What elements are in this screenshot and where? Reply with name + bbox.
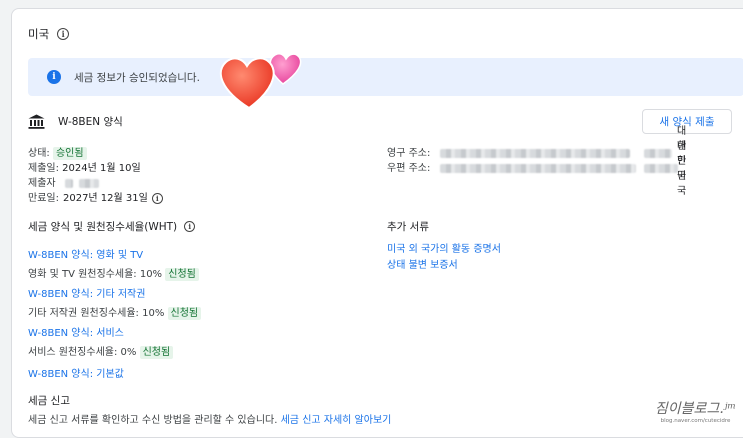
- submitted-row: 제출일: 2024년 1월 10일: [28, 161, 163, 176]
- film-tv-rate: 영화 및 TV 원천징수세율: 10%: [28, 269, 163, 281]
- approval-banner: i 세금 정보가 승인되었습니다.: [28, 58, 743, 96]
- postal-address-row: 우편 주소: 대한민국: [387, 141, 686, 197]
- wht-heading-text: 세금 양식 및 원천징수세율(WHT): [28, 221, 178, 233]
- status-row: 상태: 승인됨: [28, 146, 163, 161]
- info-icon[interactable]: i: [151, 193, 163, 204]
- redacted-address: [440, 164, 637, 173]
- form-name: W-8BEN 양식: [58, 116, 123, 128]
- watermark-sub: blog.naver.com/cutecidre: [660, 418, 731, 424]
- status-label: 상태:: [28, 148, 50, 159]
- claimed-badge: 신청됨: [139, 346, 174, 360]
- docs-heading: 추가 서류: [387, 219, 429, 234]
- activity-certificate-link[interactable]: 미국 외 국가의 활동 증명서: [387, 244, 501, 255]
- tax-filing-learn-more-link[interactable]: 세금 신고 자세히 알아보기: [281, 415, 392, 426]
- submitter-label: 제출자: [28, 178, 56, 189]
- country-header: 미국 i: [28, 26, 70, 42]
- services-rate: 서비스 원천징수세율: 0%: [28, 347, 137, 359]
- info-icon[interactable]: i: [57, 28, 70, 40]
- expires-date: 2027년 12월 31일: [62, 193, 148, 204]
- expires-row: 만료일: 2027년 12월 31일 i: [28, 191, 163, 206]
- banner-text: 세금 정보가 승인되었습니다.: [74, 71, 200, 84]
- info-icon[interactable]: i: [184, 221, 196, 232]
- tax-info-card: 미국 i i 세금 정보가 승인되었습니다. W-8BEN 양식 새 양식 제출…: [11, 8, 743, 438]
- tax-filing-description-row: 세금 신고 서류를 확인하고 수신 방법을 관리할 수 있습니다. 세금 신고 …: [28, 411, 391, 426]
- default-form-row: W-8BEN 양식: 기본값: [28, 365, 124, 380]
- permanent-address-label: 영구 주소:: [387, 148, 431, 159]
- hearts-sticker-icon: [219, 53, 302, 110]
- submit-new-form-button[interactable]: 새 양식 제출: [642, 109, 732, 134]
- wht-heading: 세금 양식 및 원천징수세율(WHT) i: [28, 219, 196, 234]
- other-copyright-form-link[interactable]: W-8BEN 양식: 기타 저작권: [28, 289, 145, 300]
- blog-watermark: 짐이블로그.ʲᵐ blog.naver.com/cutecidre: [648, 398, 743, 424]
- info-filled-icon: i: [47, 70, 61, 84]
- docs-list: 미국 외 국가의 활동 증명서 상태 불변 보증서: [387, 242, 501, 274]
- claimed-badge: 신청됨: [167, 307, 202, 321]
- postal-country: 대한민국: [677, 140, 687, 197]
- bank-icon: [28, 114, 45, 129]
- watermark-main: 짐이블로그.ʲᵐ: [654, 401, 737, 417]
- services-form-link[interactable]: W-8BEN 양식: 서비스: [28, 328, 124, 339]
- tax-filing-description: 세금 신고 서류를 확인하고 수신 방법을 관리할 수 있습니다.: [28, 415, 278, 426]
- wht-list: W-8BEN 양식: 영화 및 TV 영화 및 TV 원천징수세율: 10% 신…: [28, 246, 202, 362]
- redacted-address: [440, 149, 631, 158]
- expires-label: 만료일:: [28, 193, 59, 204]
- other-copyright-rate: 기타 저작권 원천징수세율: 10%: [28, 308, 165, 320]
- redacted-text: [78, 178, 99, 188]
- country-title: 미국: [28, 27, 50, 41]
- submitted-date: 2024년 1월 10일: [62, 163, 141, 174]
- status-indemnity-link[interactable]: 상태 불변 보증서: [387, 260, 458, 271]
- permanent-address-row: 영구 주소: 대한민국: [387, 126, 686, 182]
- form-header: W-8BEN 양식: [28, 114, 123, 129]
- tax-filing-heading: 세금 신고: [28, 395, 70, 407]
- claimed-badge: 신청됨: [165, 268, 199, 282]
- postal-address-label: 우편 주소:: [387, 163, 431, 174]
- redacted-address: [644, 164, 679, 173]
- address-block: 영구 주소: 대한민국 우편 주소: 대한민국: [387, 126, 686, 197]
- submitter-row: 제출자: [28, 176, 163, 191]
- redacted-address: [644, 149, 673, 158]
- default-form-link[interactable]: W-8BEN 양식: 기본값: [28, 369, 124, 380]
- film-tv-form-link[interactable]: W-8BEN 양식: 영화 및 TV: [28, 250, 143, 261]
- redacted-text: [64, 178, 73, 188]
- docs-heading-text: 추가 서류: [387, 221, 429, 233]
- submitted-label: 제출일:: [28, 163, 59, 174]
- status-badge: 승인됨: [52, 147, 87, 160]
- form-details: 상태: 승인됨 제출일: 2024년 1월 10일 제출자 만료일: 2027년…: [28, 146, 163, 206]
